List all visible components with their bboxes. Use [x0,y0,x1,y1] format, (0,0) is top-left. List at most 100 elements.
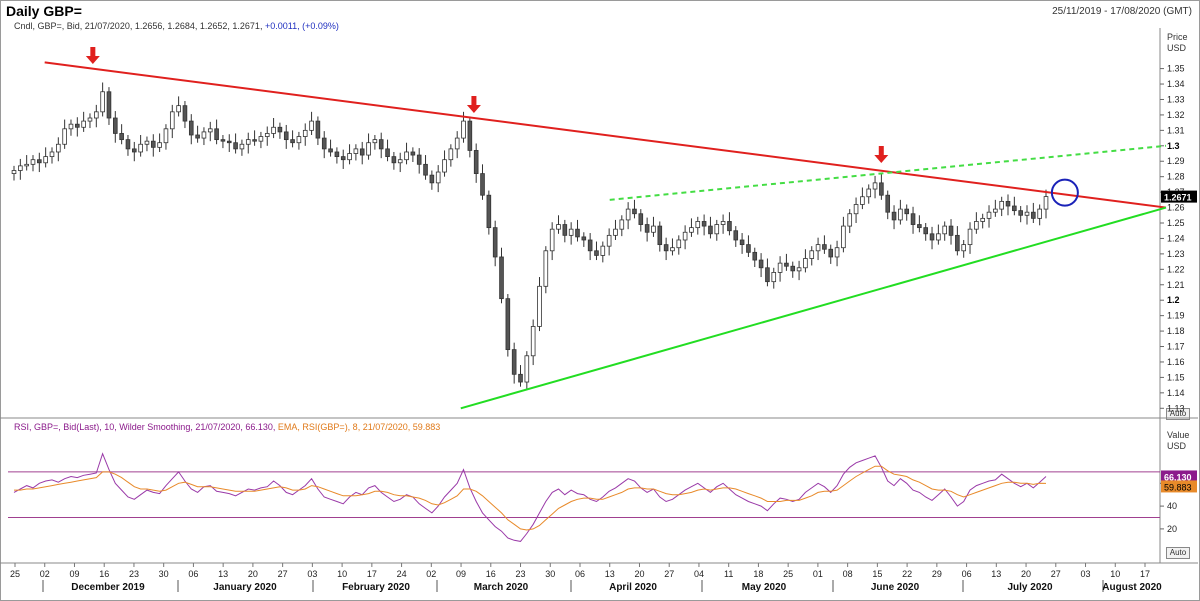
support-trendline [460,206,1167,410]
candle-body [448,148,454,161]
candle-body [537,285,542,327]
candle-body [397,159,403,164]
ema-value-label: 59.883 [1164,482,1192,492]
candle-body [581,236,587,241]
x-month-label: February 2020 [342,582,410,593]
candle-body [594,250,599,256]
candle-body [309,120,314,131]
candle-body [245,139,251,145]
candle-body [442,159,447,173]
candle-body [1018,210,1023,216]
x-day-label: 02 [426,569,436,579]
candle-body [131,148,137,153]
candle-body [986,211,992,219]
candle-body [290,139,295,144]
candle-body [163,128,169,144]
candle-body [600,245,606,256]
candle-body [898,208,903,221]
x-day-label: 25 [783,569,793,579]
candle-body [518,373,523,383]
candle-body [296,136,302,144]
price-tick-label: 1.2 [1167,295,1180,305]
candle-body [752,251,758,261]
candle-body [822,244,827,250]
candle-body [252,139,257,142]
x-day-label: 18 [753,569,763,579]
ema-line [14,465,1047,531]
candle-body [651,225,656,233]
x-day-label: 06 [188,569,198,579]
x-day-label: 25 [10,569,20,579]
candle-body [30,159,36,165]
price-tick-label: 1.15 [1167,372,1185,382]
x-month-label: March 2020 [474,582,529,593]
candle-body [347,153,352,161]
candle-body [100,91,105,113]
candle-body [860,196,865,205]
candle-body [1024,211,1030,216]
resistance-trendline [44,61,1167,209]
candle-body [524,355,530,383]
x-day-label: 10 [1110,569,1120,579]
candle-body [302,129,308,137]
rsi-tick-label: 40 [1167,501,1177,511]
candle-body [885,194,891,213]
candle-body [701,221,707,227]
candle-body [784,262,789,267]
x-day-label: 27 [664,569,674,579]
candle-body [872,182,878,190]
candle-body [942,225,947,235]
x-day-label: 10 [337,569,347,579]
x-day-label: 30 [159,569,169,579]
candle-body [461,120,466,139]
candle-body [638,213,644,225]
x-day-label: 13 [991,569,1001,579]
price-tick-label: 1.13 [1167,403,1185,413]
x-day-label: 08 [843,569,853,579]
candle-body [815,244,821,252]
candle-body [176,105,181,113]
candle-body [144,140,150,145]
candle-body [340,156,346,161]
candle-body [853,204,859,215]
x-month-label: August 2020 [1102,582,1162,593]
candle-body [758,259,764,269]
x-month-label: May 2020 [742,582,787,593]
candle-body [879,182,884,196]
x-day-label: 20 [1021,569,1031,579]
candle-body [283,131,289,141]
candle-body [87,117,93,122]
price-tick-label: 1.22 [1167,264,1185,274]
candle-body [796,267,802,272]
price-rsi-chart: 1.351.341.331.321.311.31.291.281.271.261… [0,28,1198,593]
candle-body [214,128,219,141]
candle-body [366,142,371,156]
candle-body [993,208,998,213]
x-day-label: 16 [99,569,109,579]
down-arrow-marker [85,47,100,64]
price-tick-label: 1.14 [1167,388,1185,398]
candle-body [68,123,74,130]
price-tick-label: 1.29 [1167,156,1185,166]
x-day-label: 11 [724,569,733,579]
candle-body [663,244,669,252]
candle-body [575,228,580,238]
candles [11,82,1049,389]
price-tick-label: 1.24 [1167,233,1185,243]
candle-body [435,171,441,184]
price-tick-label: 1.35 [1167,64,1185,74]
x-day-label: 20 [634,569,644,579]
candle-body [606,234,612,247]
candle-body [828,248,834,258]
x-day-label: 20 [248,569,258,579]
candle-body [220,139,226,142]
candle-body [391,156,397,164]
price-tick-label: 1.18 [1167,326,1185,336]
candle-body [56,143,61,153]
x-day-label: 06 [575,569,585,579]
candle-body [24,163,29,167]
candle-body [480,173,485,196]
candle-body [49,151,55,158]
price-tick-label: 1.33 [1167,94,1185,104]
candle-body [587,239,593,252]
